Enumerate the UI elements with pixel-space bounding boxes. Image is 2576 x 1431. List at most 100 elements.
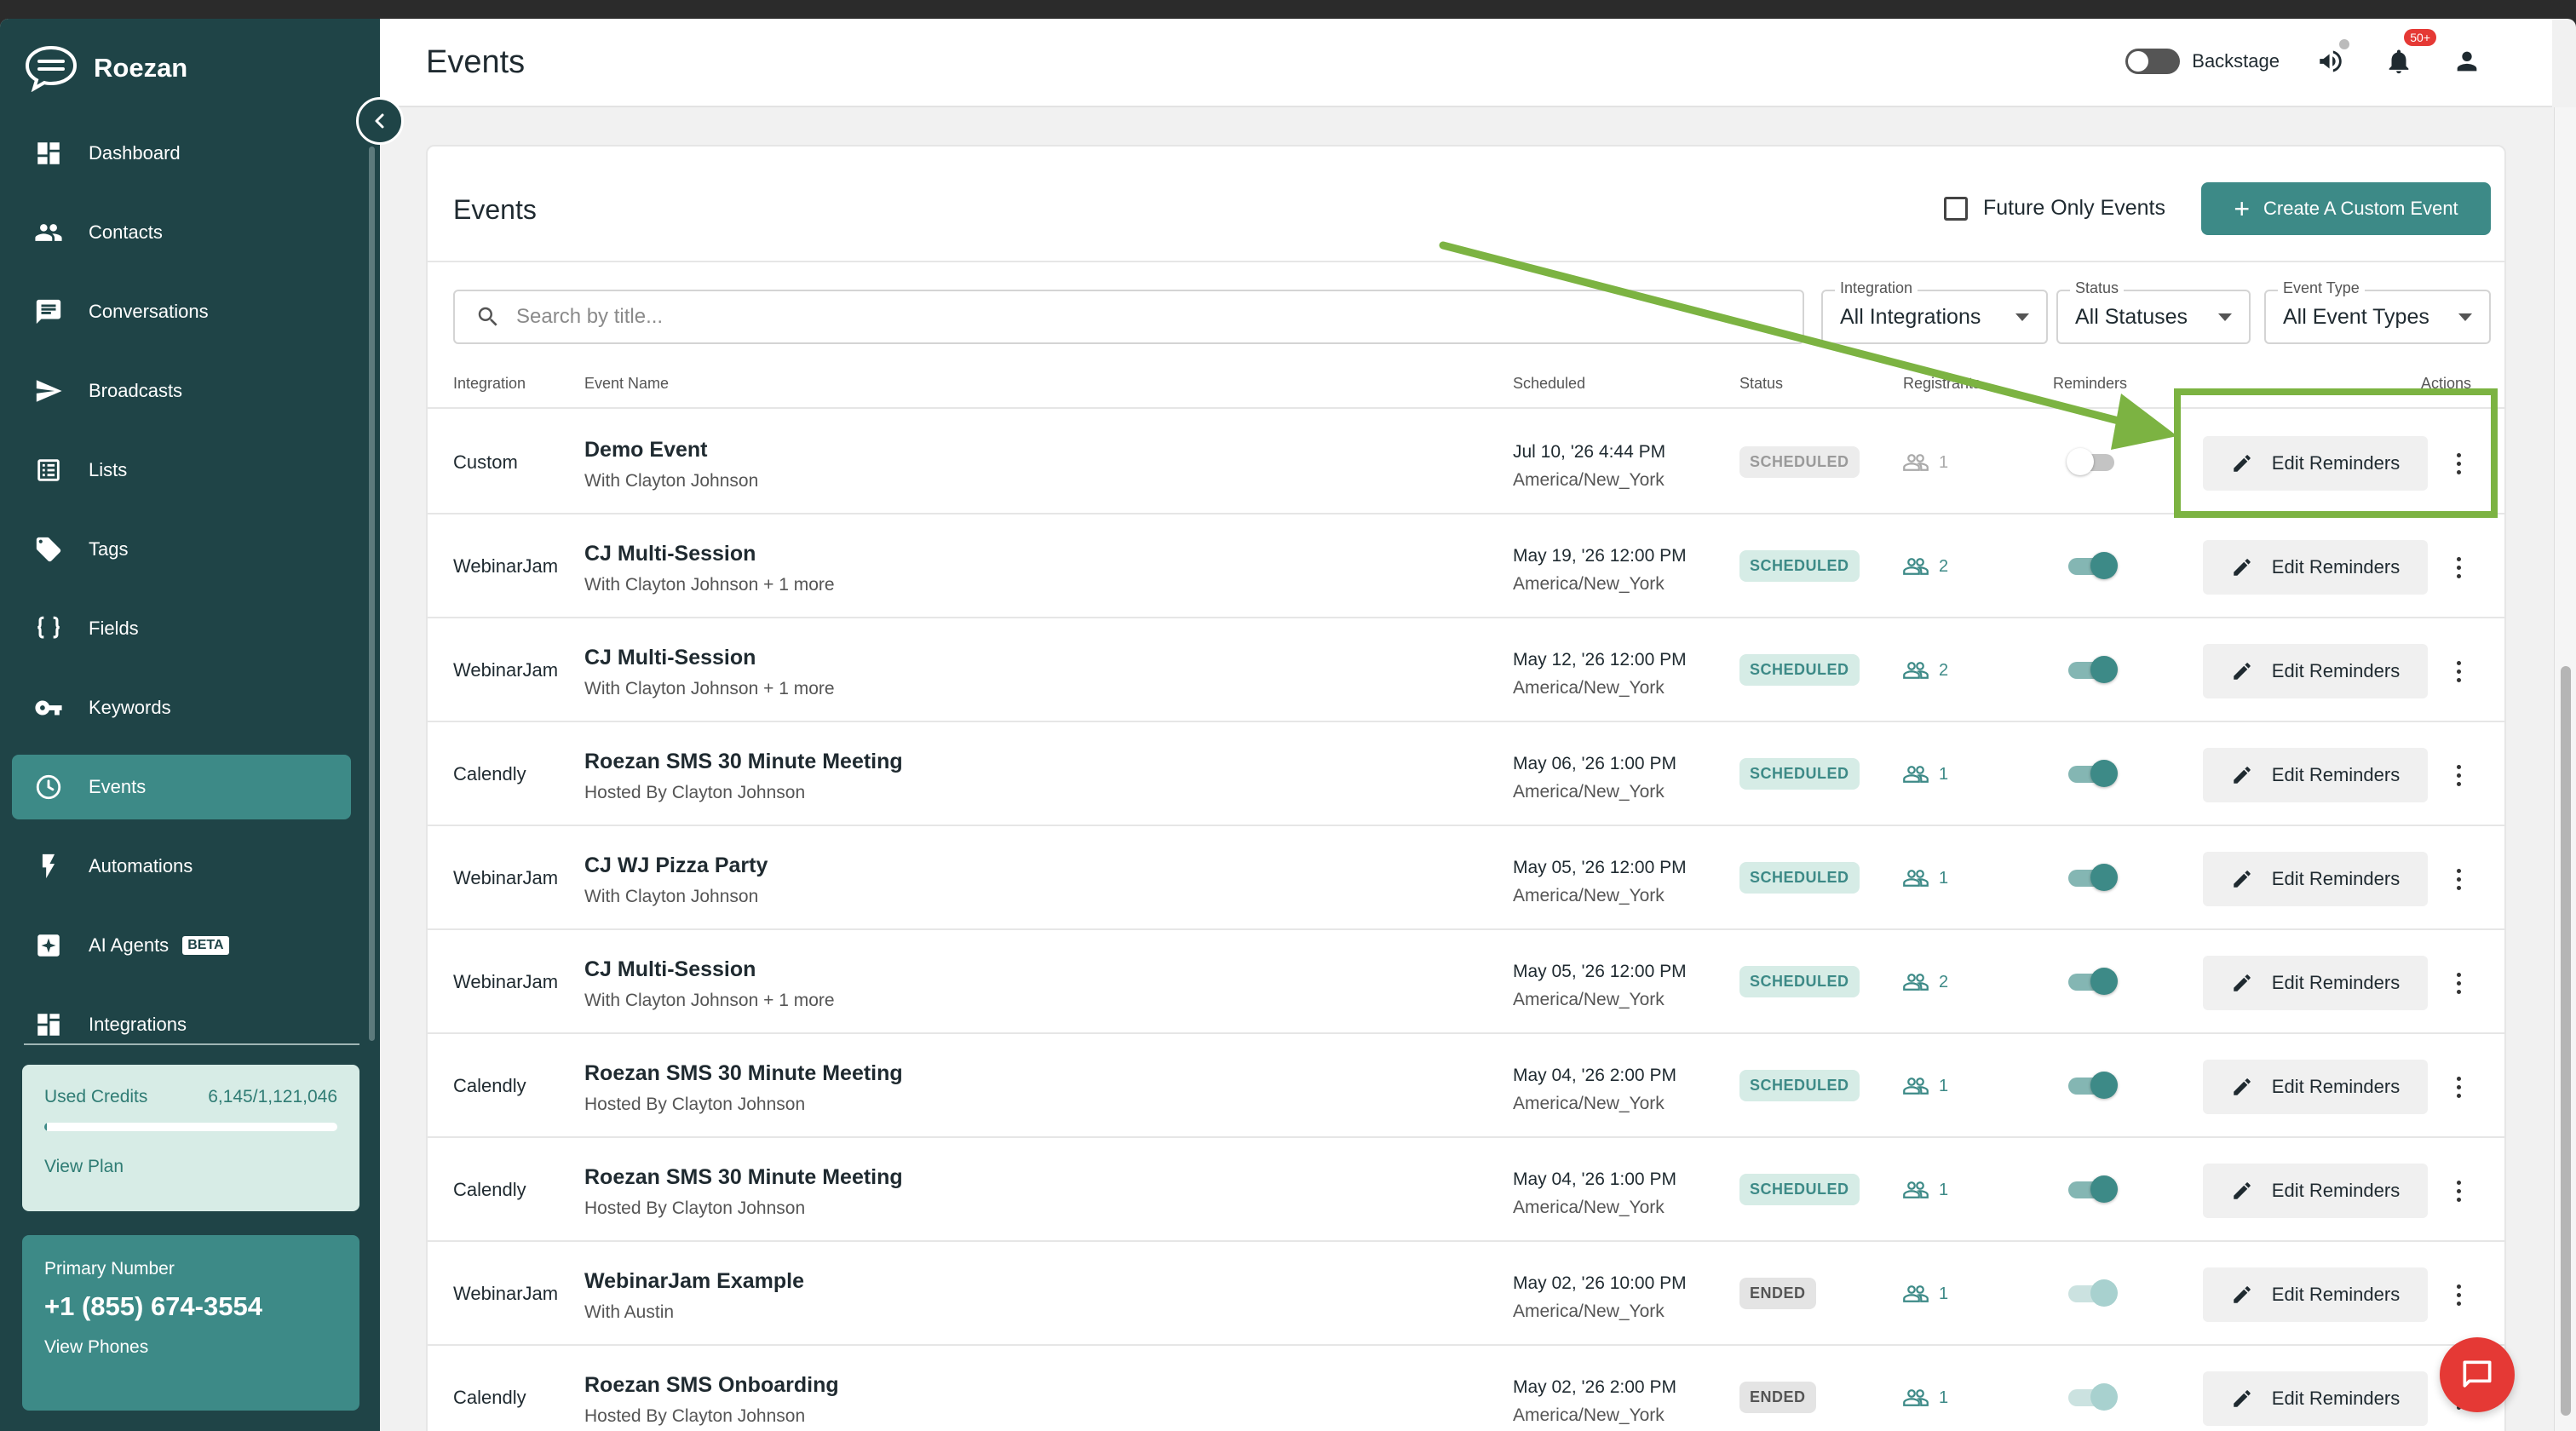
col-scheduled[interactable]: Scheduled <box>1513 375 1585 393</box>
table-row[interactable]: WebinarJam WebinarJam Example With Austin M… <box>428 1242 2504 1346</box>
backstage-toggle[interactable]: Backstage <box>2125 49 2280 74</box>
sidebar-item-conversations[interactable]: Conversations <box>12 279 351 344</box>
more-options-icon[interactable] <box>2450 656 2467 687</box>
table-row[interactable]: WebinarJam CJ Multi-Session With Clayton J… <box>428 514 2504 618</box>
more-options-icon[interactable] <box>2450 448 2467 479</box>
reminders-toggle[interactable] <box>2067 654 2118 685</box>
edit-reminders-button[interactable]: Edit Reminders <box>2203 956 2428 1010</box>
row-event[interactable]: CJ Multi-Session With Clayton Johnson + 1… <box>584 542 835 595</box>
table-row[interactable]: Calendly Roezan SMS 30 Minute Meeting Host… <box>428 722 2504 826</box>
edit-reminders-button[interactable]: Edit Reminders <box>2203 852 2428 906</box>
row-registrants[interactable]: 1 <box>1903 1177 1948 1203</box>
row-event-title[interactable]: Roezan SMS 30 Minute Meeting <box>584 1165 903 1190</box>
edit-reminders-button[interactable]: Edit Reminders <box>2203 748 2428 802</box>
reminders-toggle[interactable] <box>2067 966 2118 997</box>
reminders-toggle[interactable] <box>2067 758 2118 789</box>
sidebar-scrollbar[interactable] <box>369 147 375 1041</box>
row-event-title[interactable]: Demo Event <box>584 438 758 463</box>
more-options-icon[interactable] <box>2450 864 2467 894</box>
row-event-title[interactable]: CJ WJ Pizza Party <box>584 853 768 878</box>
sidebar-item-broadcasts[interactable]: Broadcasts <box>12 359 351 423</box>
announcements-button[interactable] <box>2314 39 2349 78</box>
reminders-toggle[interactable] <box>2067 1174 2118 1204</box>
col-registrants[interactable]: Registrants <box>1903 375 1981 393</box>
more-options-icon[interactable] <box>2450 552 2467 583</box>
notifications-button[interactable]: 50+ <box>2382 29 2436 78</box>
row-registrants[interactable]: 2 <box>1903 969 1948 995</box>
reminders-toggle[interactable] <box>2067 862 2118 893</box>
table-row[interactable]: WebinarJam CJ Multi-Session With Clayton J… <box>428 618 2504 722</box>
row-event[interactable]: Roezan SMS 30 Minute Meeting Hosted By Cl… <box>584 1165 903 1219</box>
row-event[interactable]: Demo Event With Clayton Johnson <box>584 438 758 491</box>
search-input[interactable] <box>516 305 1709 329</box>
table-row[interactable]: Calendly Roezan SMS 30 Minute Meeting Host… <box>428 1138 2504 1242</box>
table-row[interactable]: Calendly Roezan SMS Onboarding Hosted By C… <box>428 1346 2504 1431</box>
col-event-name[interactable]: Event Name <box>584 375 669 393</box>
reminders-toggle[interactable] <box>2067 1070 2118 1101</box>
sidebar-item-lists[interactable]: Lists <box>12 438 351 503</box>
future-only-checkbox[interactable] <box>1944 196 1968 221</box>
row-event[interactable]: Roezan SMS 30 Minute Meeting Hosted By Cl… <box>584 750 903 803</box>
row-registrants[interactable]: 1 <box>1903 1385 1948 1411</box>
row-registrants[interactable]: 1 <box>1903 761 1948 787</box>
row-event-title[interactable]: Roezan SMS Onboarding <box>584 1373 839 1398</box>
sidebar-item-ai-agents[interactable]: AI Agents BETA <box>12 913 351 978</box>
row-event[interactable]: CJ WJ Pizza Party With Clayton Johnson <box>584 853 768 907</box>
reminders-toggle[interactable] <box>2067 1382 2118 1412</box>
sidebar-item-keywords[interactable]: Keywords <box>12 675 351 740</box>
sidebar-item-dashboard[interactable]: Dashboard <box>12 121 351 186</box>
edit-reminders-button[interactable]: Edit Reminders <box>2203 644 2428 698</box>
page-scrollbar-thumb[interactable] <box>2561 666 2571 1416</box>
edit-reminders-button[interactable]: Edit Reminders <box>2203 540 2428 595</box>
reminders-toggle[interactable] <box>2067 446 2118 477</box>
reminders-toggle[interactable] <box>2067 550 2118 581</box>
create-custom-event-button[interactable]: + Create A Custom Event <box>2201 182 2491 235</box>
event-type-filter[interactable]: Event Type All Event Types <box>2264 279 2491 344</box>
view-phones-link[interactable]: View Phones <box>44 1337 337 1358</box>
row-event[interactable]: WebinarJam Example With Austin <box>584 1269 804 1323</box>
row-event-title[interactable]: CJ Multi-Session <box>584 957 835 982</box>
row-registrants[interactable]: 1 <box>1903 1073 1948 1099</box>
sidebar-item-automations[interactable]: Automations <box>12 834 351 899</box>
row-event[interactable]: CJ Multi-Session With Clayton Johnson + 1… <box>584 646 835 699</box>
more-options-icon[interactable] <box>2450 760 2467 790</box>
table-row[interactable]: WebinarJam CJ Multi-Session With Clayton J… <box>428 930 2504 1034</box>
row-event-title[interactable]: CJ Multi-Session <box>584 542 835 566</box>
row-event[interactable]: Roezan SMS 30 Minute Meeting Hosted By Cl… <box>584 1061 903 1115</box>
row-registrants[interactable]: 1 <box>1903 450 1948 475</box>
edit-reminders-button[interactable]: Edit Reminders <box>2203 436 2428 491</box>
row-event-title[interactable]: CJ Multi-Session <box>584 646 835 670</box>
status-filter[interactable]: Status All Statuses <box>2056 279 2251 344</box>
row-registrants[interactable]: 2 <box>1903 554 1948 579</box>
row-registrants[interactable]: 1 <box>1903 1281 1948 1307</box>
more-options-icon[interactable] <box>2450 1072 2467 1102</box>
sidebar-item-fields[interactable]: Fields <box>12 596 351 661</box>
more-options-icon[interactable] <box>2450 1175 2467 1206</box>
sidebar-item-contacts[interactable]: Contacts <box>12 200 351 265</box>
search-box[interactable] <box>453 290 1804 344</box>
edit-reminders-button[interactable]: Edit Reminders <box>2203 1371 2428 1426</box>
more-options-icon[interactable] <box>2450 968 2467 998</box>
row-event-title[interactable]: Roezan SMS 30 Minute Meeting <box>584 750 903 774</box>
row-event[interactable]: Roezan SMS Onboarding Hosted By Clayton J… <box>584 1373 839 1427</box>
col-status[interactable]: Status <box>1739 375 1783 393</box>
col-integration[interactable]: Integration <box>453 375 526 393</box>
integration-filter[interactable]: Integration All Integrations <box>1821 279 2048 344</box>
logo[interactable]: Roezan <box>24 44 187 92</box>
table-row[interactable]: WebinarJam CJ WJ Pizza Party With Clayton … <box>428 826 2504 930</box>
row-registrants[interactable]: 1 <box>1903 865 1948 891</box>
row-event-title[interactable]: Roezan SMS 30 Minute Meeting <box>584 1061 903 1086</box>
row-event[interactable]: CJ Multi-Session With Clayton Johnson + 1… <box>584 957 835 1011</box>
support-chat-button[interactable] <box>2440 1337 2515 1412</box>
row-event-title[interactable]: WebinarJam Example <box>584 1269 804 1294</box>
collapse-sidebar-button[interactable] <box>356 97 404 145</box>
edit-reminders-button[interactable]: Edit Reminders <box>2203 1060 2428 1114</box>
row-registrants[interactable]: 2 <box>1903 658 1948 683</box>
sidebar-item-tags[interactable]: Tags <box>12 517 351 582</box>
edit-reminders-button[interactable]: Edit Reminders <box>2203 1164 2428 1218</box>
more-options-icon[interactable] <box>2450 1279 2467 1310</box>
table-row[interactable]: Custom Demo Event With Clayton Johnson Jul … <box>428 411 2504 514</box>
reminders-toggle[interactable] <box>2067 1278 2118 1308</box>
sidebar-item-integrations[interactable]: Integrations <box>12 992 351 1057</box>
sidebar-item-events[interactable]: Events <box>12 755 351 819</box>
